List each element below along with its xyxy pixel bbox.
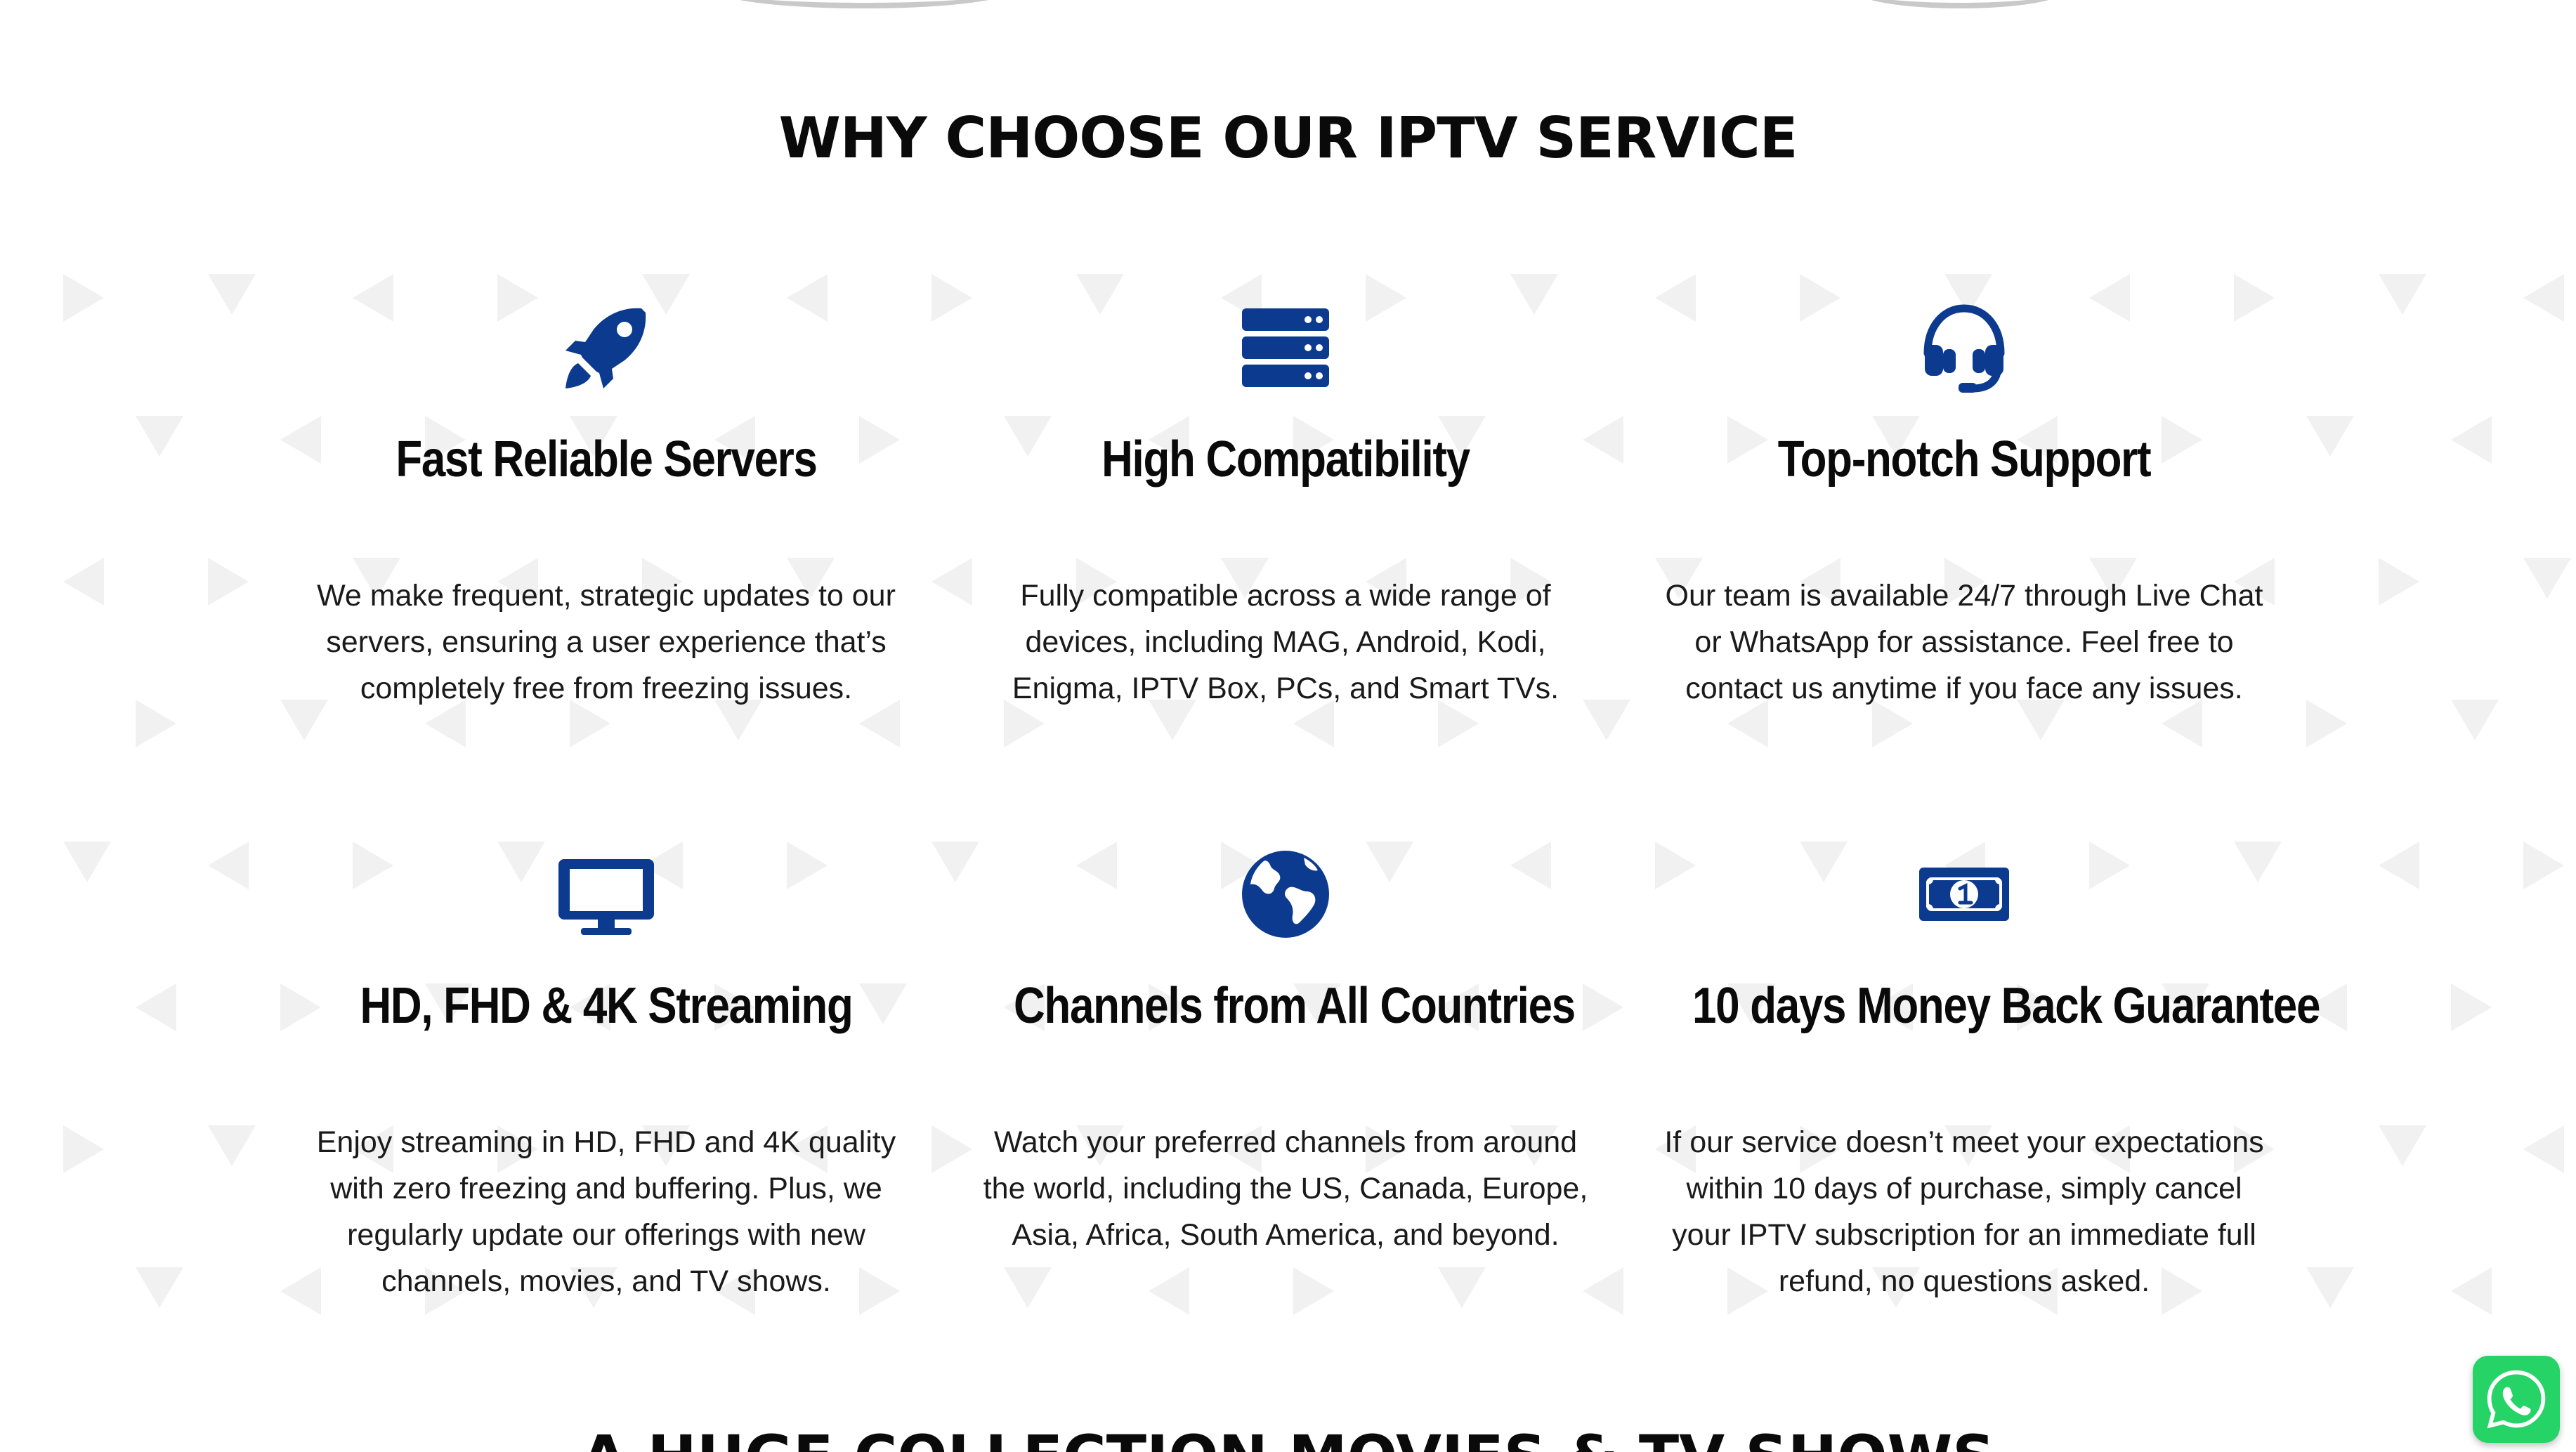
feature-card-support: Top-notch Support Our team is available … [1648,299,2280,712]
next-section-title: A HUGE COLLECTION MOVIES & TV SHOWS [0,1422,2576,1452]
feature-description: Watch your preferred channels from aroun… [983,1125,1588,1252]
pattern-triangle [208,842,249,889]
pattern-triangle [1438,1267,1486,1308]
headset-icon [1915,299,2013,397]
pattern-triangle [2306,1267,2354,1308]
pattern-triangle [208,558,249,606]
pattern-triangle [2523,274,2564,322]
page: WHY CHOOSE OUR IPTV SERVICE Fast Reliabl… [0,0,2576,1452]
feature-title: Top-notch Support [1777,431,2152,488]
pattern-triangle [2306,416,2354,457]
pattern-triangle [1004,1267,1052,1308]
feature-description: Our team is available 24/7 through Live … [1665,579,2263,705]
pattern-triangle [2379,842,2419,889]
feature-description: If our service doesn’t meet your expecta… [1664,1125,2264,1298]
pattern-triangle [136,416,183,457]
feature-title: High Compatibility [1101,431,1470,488]
pattern-triangle [2451,700,2499,740]
feature-description: We make frequent, strategic updates to o… [317,579,896,705]
pattern-triangle [2523,1125,2564,1173]
feature-card-channels: Channels from All Countries Watch your p… [969,845,1602,1258]
pattern-triangle [1293,1267,1334,1315]
pattern-triangle [63,558,104,606]
pattern-triangle [136,700,176,747]
pattern-triangle [2379,1125,2426,1166]
globe-icon [1236,845,1335,943]
pattern-triangle [931,274,972,322]
decorative-arc [717,0,1012,8]
feature-card-streaming: HD, FHD & 4K Streaming Enjoy streaming i… [290,845,922,1304]
section-title: WHY CHOOSE OUR IPTV SERVICE [778,105,1798,171]
pattern-triangle [2451,416,2492,464]
pattern-triangle [2523,558,2571,599]
pattern-triangle [2451,983,2492,1031]
pattern-triangle [931,1125,972,1173]
money-bill-icon [1915,845,2013,943]
monitor-icon [557,845,655,943]
feature-description: Enjoy streaming in HD, FHD and 4K qualit… [316,1125,896,1298]
feature-title: 10 days Money Back Guarantee [1692,978,2320,1034]
rocket-icon [557,299,655,397]
whatsapp-chat-button[interactable] [2473,1356,2560,1443]
decorative-arc [1855,0,2065,8]
feature-title: HD, FHD & 4K Streaming [360,978,853,1034]
feature-card-money-back: 10 days Money Back Guarantee If our serv… [1648,845,2320,1304]
feature-description: Fully compatible across a wide range of … [1012,579,1560,705]
pattern-triangle [2306,700,2347,747]
feature-title: Channels from All Countries [1014,978,1576,1034]
pattern-triangle [63,842,111,882]
pattern-triangle [136,1267,183,1308]
pattern-triangle [63,1125,104,1173]
pattern-triangle [208,274,256,315]
pattern-triangle [2523,842,2564,889]
pattern-triangle [208,1125,256,1166]
feature-title: Fast Reliable Servers [395,431,818,488]
whatsapp-icon [2487,1370,2546,1429]
pattern-triangle [63,274,104,322]
pattern-triangle [1149,1267,1189,1315]
feature-card-compatibility: High Compatibility Fully compatible acro… [969,299,1602,712]
pattern-triangle [1583,1267,1623,1315]
pattern-triangle [136,983,176,1031]
pattern-triangle [931,558,972,606]
server-icon [1236,299,1335,397]
feature-card-fast-servers: Fast Reliable Servers We make frequent, … [290,299,922,712]
pattern-triangle [2451,1267,2492,1315]
pattern-triangle [2379,274,2426,315]
pattern-triangle [2379,558,2419,606]
